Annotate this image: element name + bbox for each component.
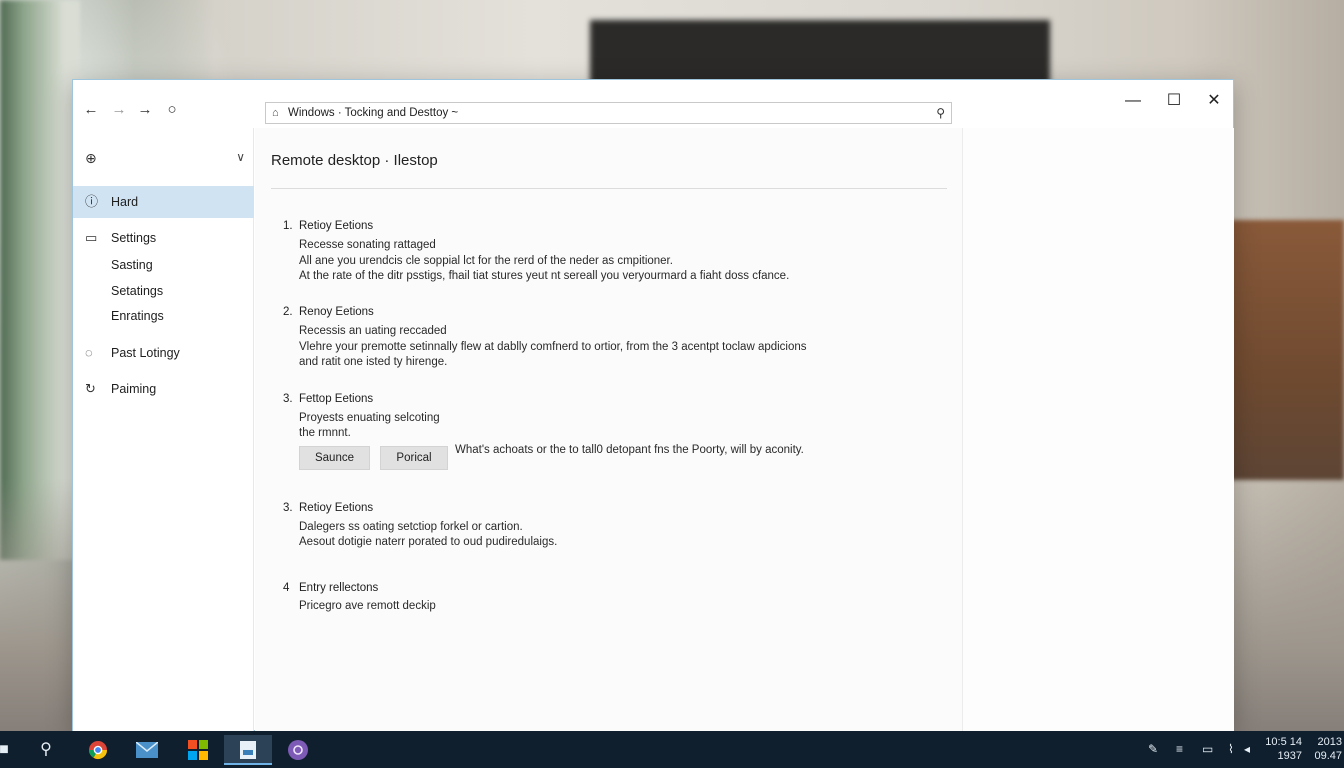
sidebar-subitem-sasting[interactable]: Sasting — [111, 256, 153, 274]
app-icon[interactable] — [280, 735, 316, 765]
saunce-button[interactable]: Saunce — [299, 446, 370, 470]
list-icon[interactable]: ≡ — [1176, 731, 1183, 768]
main-content: Remote desktop · Ilestop 1. Retioy Eetio… — [255, 128, 962, 731]
section-number: 3. — [283, 393, 293, 405]
section-line: the rmnnt. — [299, 427, 351, 439]
sidebar-item-past-lotingy[interactable]: ◌ Past Lotingy — [73, 337, 254, 369]
sidebar-item-paiming[interactable]: ↻ Paiming — [73, 373, 254, 405]
clock-primary[interactable]: 10:5 14 1937 — [1258, 735, 1302, 763]
divider — [271, 188, 947, 189]
background-shelf — [1224, 220, 1344, 480]
sidebar-subitem-enratings[interactable]: Enratings — [111, 307, 164, 325]
monitor-icon[interactable]: ▭ — [1202, 731, 1213, 768]
volume-icon[interactable]: ◂ — [1244, 731, 1250, 768]
globe-icon: ⊕ — [85, 150, 97, 166]
card-icon: ▭ — [85, 230, 98, 245]
section-heading: Entry rellectons — [299, 582, 379, 594]
section-number: 1. — [283, 220, 293, 232]
chrome-icon[interactable] — [80, 735, 116, 765]
clock-secondary[interactable]: 2013 09.47 — [1300, 735, 1342, 763]
start-icon[interactable]: ■ — [0, 735, 22, 765]
refresh-icon[interactable]: ○ — [162, 100, 182, 120]
chevron-down-icon[interactable]: ∨ — [236, 150, 245, 164]
section-line: Pricegro ave remott deckip — [299, 600, 436, 612]
sidebar-item-hard[interactable]: ⓘ Hard — [73, 186, 254, 218]
section-line: Dalegers ss oating setctiop forkel or ca… — [299, 521, 523, 533]
up-arrow-icon[interactable]: → — [135, 100, 155, 120]
sidebar-item-label: Hard — [111, 195, 139, 209]
signal-icon[interactable]: ⌇ — [1228, 731, 1234, 768]
file-icon[interactable] — [224, 735, 272, 765]
back-arrow-icon[interactable]: ← — [81, 100, 101, 120]
sidebar-item-label: Settings — [111, 231, 157, 245]
section-line: At the rate of the ditr psstigs, fhail t… — [299, 270, 790, 282]
section-line: Aesout dotigie naterr porated to oud pud… — [299, 536, 558, 548]
section-heading: Fettop Eetions — [299, 393, 374, 405]
clock-date: 1937 — [1277, 750, 1302, 762]
section-line: Vlehre your premotte setinnally flew at … — [299, 341, 807, 353]
app-window: ← → → ○ ⌂ Windows · Tocking and Desttoy … — [72, 79, 1234, 731]
section-number: 3. — [283, 502, 293, 514]
store-icon[interactable] — [180, 735, 216, 765]
pen-icon[interactable]: ✎ — [1148, 731, 1158, 768]
section-line: and ratit one isted ty hirenge. — [299, 356, 448, 368]
section-number: 4 — [283, 582, 290, 594]
mail-icon[interactable] — [129, 735, 165, 765]
sidebar-item-label: Paiming — [111, 382, 157, 396]
address-text: Windows · Tocking and Desttoy ~ — [288, 107, 459, 119]
section-line: All ane you urendcis cle soppial lct for… — [299, 255, 673, 267]
home-icon: ⌂ — [272, 107, 279, 119]
clock-time: 2013 — [1317, 736, 1342, 748]
section-line: Recesse sonating rattaged — [299, 239, 436, 251]
sidebar-header[interactable]: ⊕ ∨ — [85, 150, 245, 170]
section-line: Recessis an uating reccaded — [299, 325, 447, 337]
page-title: Remote desktop · Ilestop — [271, 152, 438, 169]
section-heading: Retioy Eetions — [299, 220, 374, 232]
background-window — [0, 0, 80, 560]
clock-date: 09.47 — [1314, 750, 1342, 762]
minimize-button[interactable]: — — [1118, 90, 1148, 112]
porical-button[interactable]: Porical — [380, 446, 448, 470]
refresh-icon: ↻ — [85, 381, 96, 396]
address-bar[interactable]: ⌂ Windows · Tocking and Desttoy ~ ⚲ — [265, 102, 952, 124]
section-number: 2. — [283, 306, 293, 318]
search-icon[interactable]: ⚲ — [28, 735, 64, 765]
section-note: What's achoats or the to tall0 detopant … — [455, 444, 804, 456]
taskbar: ■ ⚲ ✎ ≡ ▭ ⌇ ◂ 10:5 14 1937 2013 09.47 — [0, 731, 1344, 768]
clock-time: 10:5 14 — [1265, 736, 1302, 748]
sidebar: ⊕ ∨ ⓘ Hard ▭ Settings Sasting Setatings … — [73, 128, 254, 731]
section-heading: Renoy Eetions — [299, 306, 374, 318]
sidebar-subitem-setatings[interactable]: Setatings — [111, 282, 163, 300]
chat-icon: ◌ — [85, 345, 93, 360]
title-bar: ← → → ○ ⌂ Windows · Tocking and Desttoy … — [73, 80, 1233, 128]
details-pane — [962, 128, 1234, 731]
info-icon: ⓘ — [85, 194, 99, 209]
section-heading: Retioy Eetions — [299, 502, 374, 514]
sidebar-item-settings[interactable]: ▭ Settings — [73, 222, 254, 254]
sidebar-item-label: Past Lotingy — [111, 346, 180, 360]
close-button[interactable]: ✕ — [1199, 90, 1229, 112]
search-icon[interactable]: ⚲ — [936, 103, 945, 123]
maximize-button[interactable]: ☐ — [1159, 90, 1189, 112]
forward-arrow-icon[interactable]: → — [109, 100, 129, 120]
section-line: Proyests enuating selcoting — [299, 412, 440, 424]
